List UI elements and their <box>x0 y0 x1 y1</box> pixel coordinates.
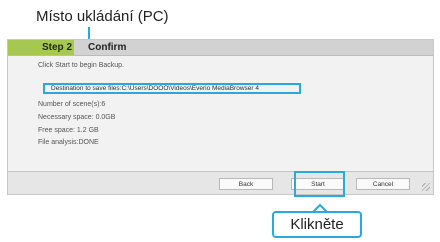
cancel-button[interactable]: Cancel <box>356 178 410 190</box>
scene-count-text: Number of scene(s):6 <box>38 101 106 108</box>
tab-confirm[interactable]: Confirm <box>80 40 126 55</box>
storage-location-callout: Místo ukládání (PC) <box>36 8 169 25</box>
wizard-tab-bar: Step 2 Confirm <box>8 40 433 56</box>
click-callout: Klikněte <box>272 211 362 238</box>
destination-highlight: Destination to save files:C:\Users\DOOO\… <box>43 83 301 94</box>
instruction-text: Click Start to begin Backup. <box>38 62 124 69</box>
destination-path-text: Destination to save files:C:\Users\DOOO\… <box>51 85 259 92</box>
start-button-highlight <box>294 171 345 197</box>
necessary-space-text: Necessary space: 0.0GB <box>38 114 116 121</box>
backup-wizard-window: Step 2 Confirm Click Start to begin Back… <box>7 39 434 195</box>
tab-step-2[interactable]: Step 2 <box>8 40 74 55</box>
free-space-text: Free space: 1.2 GB <box>38 127 99 134</box>
file-analysis-text: File analysis:DONE <box>38 139 99 146</box>
resize-grip-icon[interactable] <box>422 183 430 191</box>
back-button[interactable]: Back <box>219 178 273 190</box>
